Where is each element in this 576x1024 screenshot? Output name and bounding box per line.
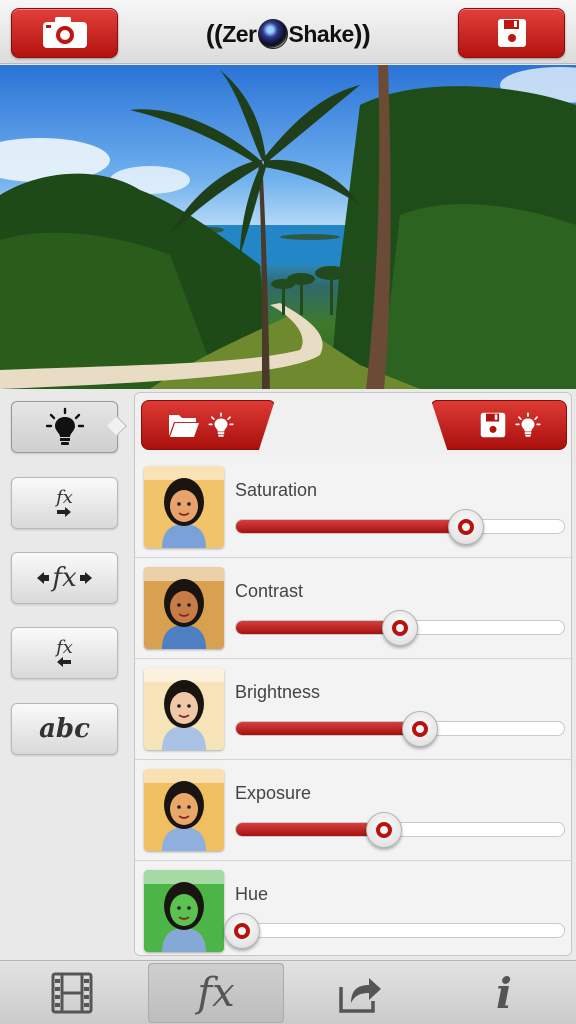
knob-ring [458,519,474,535]
tool-column: fx fx fx abc [0,390,134,958]
preview-thumbnail [144,769,224,851]
knob-ring [392,620,408,636]
lightbulb-icon [208,412,234,437]
camera-button[interactable] [11,8,118,58]
tool-fx-forward[interactable]: fx [11,477,118,529]
slider-knob[interactable] [402,711,438,747]
adjustment-label: Saturation [235,480,318,500]
bottom-tab-bar: fx i [0,960,576,1024]
adjustment-row: Exposure [135,761,571,861]
adjustment-row: Contrast [135,559,571,659]
adjustment-row: Brightness [135,660,571,760]
knob-ring [376,822,392,838]
tab-filmstrip[interactable] [4,963,140,1023]
slider-track[interactable] [235,923,565,938]
tool-fx-both[interactable]: fx [11,552,118,604]
knob-ring [412,721,428,737]
film-icon [51,972,93,1014]
preview-thumbnail [144,466,224,548]
lightbulb-icon [515,412,541,437]
slider-fill [236,520,467,533]
save-button[interactable] [458,8,565,58]
adjustment-row: Saturation [135,458,571,558]
adjustment-label: Contrast [235,581,304,601]
tab-share[interactable] [292,963,428,1023]
slider-fill [236,722,421,735]
fx-label: fx [56,487,73,508]
slider-knob[interactable] [366,812,402,848]
fx-label: fx [56,637,73,658]
save-icon [480,412,506,438]
camera-icon [42,17,87,48]
logo-text-left: Zer [222,20,257,47]
fx-label: fx [52,563,77,593]
app-logo: (( Zer Shake )) [205,18,371,49]
fx-forward-icon: fx [56,489,73,517]
beach-photo [0,65,576,389]
slider-fill [236,823,385,836]
fx-icon: fx [197,970,235,1016]
preview-thumbnail [144,668,224,750]
share-icon [339,978,381,1013]
preview-thumbnail [144,870,224,952]
adjustment-label: Hue [235,884,269,904]
save-preset-tab[interactable] [431,400,567,450]
top-bar: (( Zer Shake )) [0,0,576,64]
tab-fx[interactable]: fx [148,963,284,1023]
save-icon [497,19,526,47]
fx-back-icon: fx [56,639,73,667]
slider-knob[interactable] [224,913,260,949]
selection-pointer [107,416,127,436]
tool-lightbulb[interactable] [11,401,127,453]
tool-fx-back[interactable]: fx [11,627,118,679]
adjustment-label: Brightness [235,682,321,702]
panel-tab-bar [135,393,571,455]
adjustment-label: Exposure [235,783,312,803]
tab-info[interactable]: i [436,963,572,1023]
preview-thumbnail [144,567,224,649]
tool-text[interactable]: abc [11,703,118,755]
slider-fill [236,621,401,634]
info-icon: i [496,968,512,1018]
knob-ring [234,923,250,939]
slider-track[interactable] [235,519,565,534]
fx-both-icon: fx [37,563,92,593]
lightbulb-icon [45,407,84,445]
slider-knob[interactable] [448,509,484,545]
slider-knob[interactable] [382,610,418,646]
folder-icon [169,415,199,437]
adjustment-row: Hue [135,862,571,955]
slider-track[interactable] [235,721,565,736]
logo-text-right: Shake [288,20,355,47]
adjustment-panel: Saturation Contrast Brightness Exposure Hue [134,392,572,956]
photo-preview[interactable] [0,65,576,389]
lens-icon [257,19,288,49]
text-tool-label: abc [39,714,90,744]
load-preset-tab[interactable] [141,400,275,450]
